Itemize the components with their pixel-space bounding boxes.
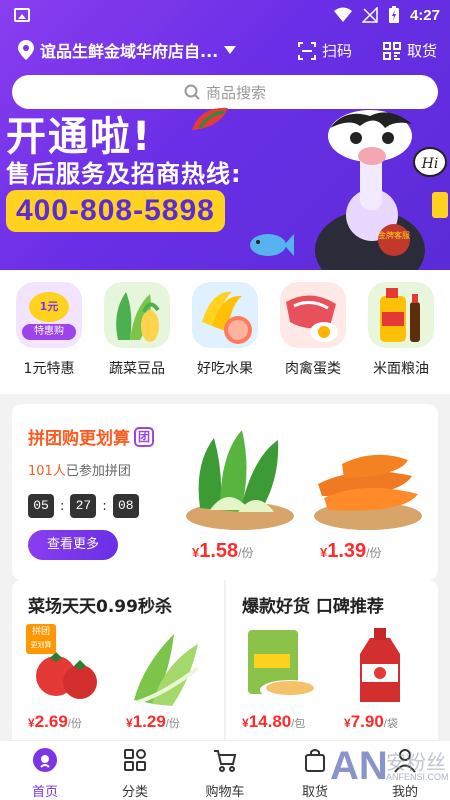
group-buy-title-row: 拼团购更划算 团 <box>28 424 154 449</box>
header-banner-area: 4:27 谊品生鲜金域华府店自... 扫码 取货 商品搜索 金牌客服 Hi 开通… <box>0 0 450 270</box>
location-pin-icon <box>18 40 34 60</box>
ostrich-mascot-image: 金牌客服 Hi <box>315 110 448 270</box>
category-label: 好吃水果 <box>197 361 253 377</box>
timer-hours: 05 <box>28 494 54 518</box>
gallery-notification-icon <box>14 8 30 22</box>
product-item-lettuce[interactable]: ¥1.29/份 <box>124 624 214 734</box>
battery-icon <box>388 6 399 23</box>
store-name: 谊品生鲜金域华府店自... <box>40 42 219 61</box>
status-bar: 4:27 <box>0 0 450 32</box>
category-label: 1元特惠 <box>23 361 75 377</box>
tab-category[interactable]: 分类 <box>90 747 180 800</box>
special-deal-tag: 特惠购 <box>22 324 76 340</box>
fruits-icon <box>192 282 258 348</box>
bag-icon <box>305 749 325 772</box>
noodles-product-image <box>248 630 320 700</box>
tab-label: 分类 <box>121 785 148 800</box>
flash-sale-card[interactable]: 菜场天天0.99秒杀 拼团 更划算 ¥2.69/份 ¥1.29/份 <box>12 580 224 740</box>
badge-text: 金牌客服 <box>378 230 410 240</box>
one-yuan-badge: 1元 <box>29 292 69 322</box>
pickup-label: 取货 <box>407 42 438 60</box>
category-icon <box>124 749 146 771</box>
category-item-vegetables[interactable]: 蔬菜豆品 <box>102 282 172 378</box>
timer-minutes: 27 <box>70 494 97 518</box>
search-placeholder: 商品搜索 <box>205 83 266 102</box>
cart-icon <box>214 750 237 772</box>
hot-goods-card[interactable]: 爆款好货 口碑推荐 ¥14.80/包 ¥7.90/袋 <box>226 580 438 740</box>
category-item-meat-eggs[interactable]: 肉禽蛋类 <box>278 282 348 378</box>
group-joined-text: 101人已参加拼团 <box>28 460 131 479</box>
meat-eggs-icon <box>280 282 346 348</box>
product-price: ¥1.29/份 <box>126 712 180 731</box>
group-buy-card[interactable]: 拼团购更划算 团 101人已参加拼团 05 : 27 : 08 查看更多 ¥1.… <box>12 404 438 580</box>
product-price: ¥7.90/袋 <box>344 712 398 731</box>
joined-count: 101人 <box>28 464 66 479</box>
category-label: 肉禽蛋类 <box>285 361 341 377</box>
group-tag-line1: 拼团 <box>31 627 50 637</box>
home-icon <box>33 748 57 772</box>
tab-label: 购物车 <box>205 785 245 800</box>
product-item-noodles[interactable]: ¥14.80/包 <box>240 624 330 734</box>
group-tag: 拼团 更划算 <box>26 624 56 654</box>
site-watermark: AN 安粉丝 ANFENSI.COM <box>330 744 450 800</box>
leaf-decoration-icon <box>192 107 228 130</box>
pickup-button[interactable]: 取货 <box>383 40 437 61</box>
scan-icon <box>298 41 316 60</box>
product-price: ¥2.69/份 <box>28 712 82 731</box>
flash-sale-title: 菜场天天0.99秒杀 <box>28 597 172 617</box>
search-icon <box>184 84 200 100</box>
store-selector[interactable]: 谊品生鲜金域华府店自... <box>18 38 237 62</box>
product-item-bokchoy[interactable]: ¥1.58/份 <box>180 424 300 574</box>
tab-label: 首页 <box>31 785 58 800</box>
status-time: 4:27 <box>409 6 440 24</box>
category-label: 米面粮油 <box>373 361 429 377</box>
watermark-brand: AN <box>330 744 388 788</box>
scan-label: 扫码 <box>322 42 353 60</box>
signal-icon <box>361 7 378 23</box>
tab-home[interactable]: 首页 <box>0 747 90 800</box>
location-bar: 谊品生鲜金域华府店自... 扫码 取货 <box>0 34 450 68</box>
product-item-tomato-sauce[interactable]: ¥7.90/袋 <box>338 624 428 734</box>
hot-goods-title: 爆款好货 口碑推荐 <box>242 597 384 617</box>
joined-suffix: 已参加拼团 <box>65 464 131 479</box>
group-tag-line2: 更划算 <box>30 641 52 649</box>
category-label: 蔬菜豆品 <box>109 361 165 377</box>
watermark-domain: ANFENSI.COM <box>386 772 449 782</box>
banner-hotline: 400-808-5898 <box>6 190 225 232</box>
wifi-icon <box>333 7 352 22</box>
grain-oil-icon <box>368 282 434 348</box>
watermark-cn: 安粉丝 <box>386 750 446 774</box>
product-item-carrots[interactable]: ¥1.39/份 <box>308 424 428 574</box>
bokchoy-product-image <box>186 430 294 530</box>
category-row: 1元 特惠购 1元特惠 蔬菜豆品 好吃水果 肉禽蛋类 米面粮油 <box>0 270 450 394</box>
scan-button[interactable]: 扫码 <box>298 40 352 61</box>
hi-bubble-text: Hi <box>421 156 439 172</box>
pickup-qr-icon <box>383 41 401 60</box>
view-more-button[interactable]: 查看更多 <box>28 530 118 560</box>
one-yuan-deal-icon: 1元 特惠购 <box>16 282 82 348</box>
product-price: ¥1.39/份 <box>320 540 382 562</box>
tab-cart[interactable]: 购物车 <box>180 747 270 800</box>
banner-subline: 售后服务及招商热线: <box>6 160 242 188</box>
product-price: ¥14.80/包 <box>242 712 306 731</box>
carrots-product-image <box>314 454 422 530</box>
product-item-tomatoes[interactable]: 拼团 更划算 ¥2.69/份 <box>26 624 114 734</box>
timer-seconds: 08 <box>112 494 139 518</box>
caret-down-icon <box>224 46 237 54</box>
category-item-1yuan[interactable]: 1元 特惠购 1元特惠 <box>14 282 84 378</box>
group-badge-icon: 团 <box>134 426 154 447</box>
product-price: ¥1.58/份 <box>192 540 254 562</box>
group-buy-title: 拼团购更划算 <box>28 429 130 449</box>
tomato-sauce-product-image <box>360 628 400 702</box>
category-item-grain-oil[interactable]: 米面粮油 <box>366 282 436 378</box>
category-item-fruits[interactable]: 好吃水果 <box>190 282 260 378</box>
fish-decoration-icon <box>250 234 294 256</box>
vegetables-icon <box>104 282 170 348</box>
lettuce-product-image <box>134 634 200 706</box>
countdown-timer: 05 : 27 : 08 <box>28 494 139 518</box>
